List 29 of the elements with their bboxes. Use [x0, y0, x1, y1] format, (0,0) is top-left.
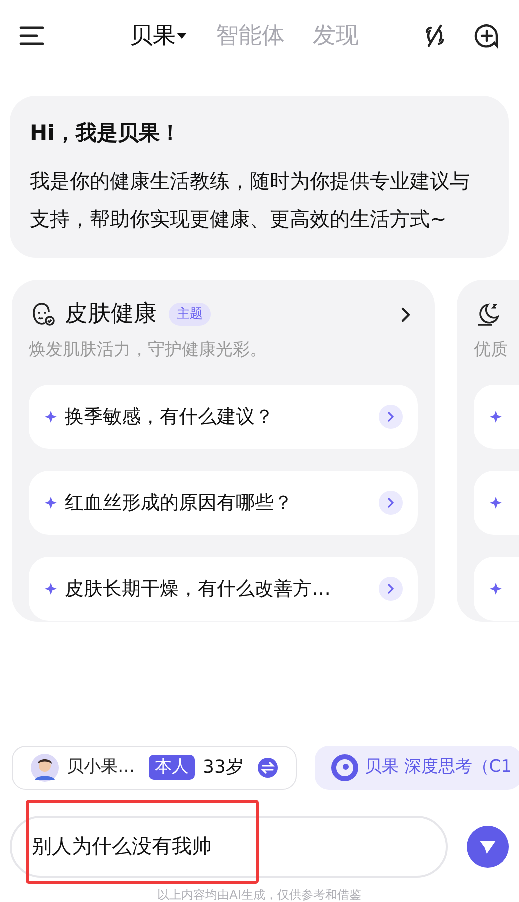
suggestion-item[interactable]: 皮肤长期干燥，有什么改善方… [29, 557, 418, 621]
sparkle-icon [490, 583, 502, 595]
sparkle-icon [45, 583, 57, 595]
profile-chip[interactable]: 贝小果… 本人 33岁 [12, 746, 297, 790]
model-chip[interactable]: 贝果 深度思考（C1 [314, 746, 519, 790]
profile-tag: 本人 [149, 754, 195, 780]
suggestion-item[interactable]: 红血丝形成的原因有哪些？ [29, 471, 418, 535]
message-input[interactable]: 别人为什么没有我帅 [10, 816, 448, 878]
profile-name: 贝小果… [67, 756, 135, 779]
ring-icon [330, 754, 359, 782]
suggestion-item[interactable]: 换季敏感，有什么建议？ [29, 385, 418, 449]
topic-title: 皮肤健康 [65, 300, 157, 330]
new-chat-icon[interactable] [473, 22, 501, 50]
topic-subtitle: 焕发肌肤活力，守护健康光彩。 [29, 338, 268, 362]
sparkle-icon [490, 411, 502, 423]
menu-icon[interactable] [18, 24, 46, 48]
send-button[interactable] [467, 826, 509, 868]
topic-tag: 主题 [169, 302, 211, 326]
sparkle-icon [45, 411, 57, 423]
swap-icon[interactable] [258, 758, 278, 778]
nav-tab[interactable]: 贝果 [130, 18, 188, 54]
profile-age: 33岁 [203, 756, 244, 780]
greeting-text: 我是你的健康生活教练，随时为你提供专业建议与支持，帮助你实现更健康、更高效的生活方式~ [30, 168, 471, 232]
topic-subtitle: 优质 [474, 338, 509, 362]
disclaimer: 以上内容均由AI生成，仅供参考和借鉴 [156, 886, 362, 902]
sparkle-icon [45, 497, 57, 509]
sparkle-icon [490, 497, 502, 509]
avatar [31, 754, 59, 782]
greeting-title: Hi，我是贝果！ [30, 120, 182, 147]
